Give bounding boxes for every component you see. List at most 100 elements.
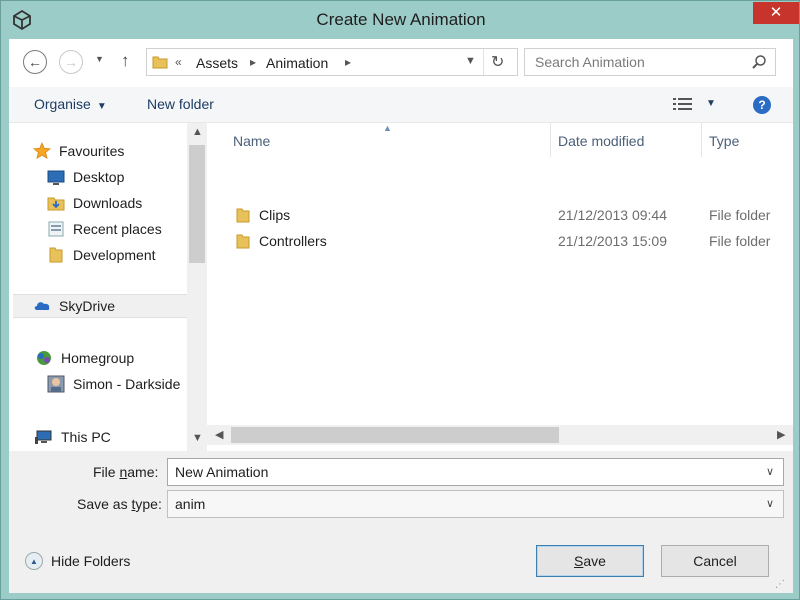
homegroup-icon — [35, 349, 53, 367]
folder-icon — [152, 56, 168, 69]
search-input[interactable] — [525, 49, 745, 75]
nav-item-label: Desktop — [73, 169, 125, 185]
refresh-icon[interactable]: ↻ — [491, 52, 504, 72]
file-type: File folder — [709, 233, 771, 249]
window-title: Create New Animation — [316, 10, 486, 29]
save-button[interactable]: Save — [536, 545, 644, 577]
access-key: S — [574, 553, 584, 569]
resize-grip-icon[interactable]: ⋰ — [775, 579, 785, 590]
file-name-field[interactable]: ∨ — [167, 458, 784, 486]
nav-item-label: This PC — [61, 429, 111, 445]
folder-icon — [236, 234, 250, 249]
nav-item-label: Simon - Darkside — [73, 376, 181, 392]
nav-item-development[interactable]: Development — [47, 243, 156, 267]
view-details-icon[interactable] — [673, 97, 693, 111]
column-header-date-modified[interactable]: Date modified — [558, 123, 644, 159]
file-name: Clips — [259, 207, 291, 223]
column-divider[interactable] — [550, 123, 551, 157]
label-text: File — [93, 464, 120, 480]
nav-item-label: Development — [73, 247, 156, 263]
file-list-horizontal-scrollbar[interactable]: ◀ ▶ — [207, 425, 793, 445]
file-row[interactable]: Clips 21/12/2013 09:44 File folder — [207, 202, 793, 228]
nav-item-label: SkyDrive — [59, 298, 116, 314]
nav-item-homegroup[interactable]: Homegroup — [35, 346, 134, 370]
new-folder-button[interactable]: New folder — [147, 96, 214, 112]
save-as-type-value: anim — [175, 496, 206, 512]
hide-folders-toggle[interactable]: ▲ Hide Folders — [25, 552, 130, 570]
scroll-down-icon[interactable]: ▼ — [192, 432, 203, 444]
recent-places-icon — [47, 220, 65, 238]
close-button[interactable]: ✕ — [753, 2, 799, 24]
star-icon — [33, 142, 51, 160]
nav-item-downloads[interactable]: Downloads — [47, 191, 142, 215]
nav-item-desktop[interactable]: Desktop — [47, 165, 124, 189]
breadcrumb-animation[interactable]: Animation — [266, 55, 328, 71]
nav-item-simon-darkside[interactable]: Simon - Darkside — [47, 372, 180, 396]
folder-icon — [236, 208, 250, 223]
file-date-modified: 21/12/2013 09:44 — [558, 207, 667, 223]
folder-icon — [47, 246, 65, 264]
address-row: ← → ▼ ↑ « Assets ▸ Animation ▸ ▼ ↻ — [9, 39, 793, 87]
search-box[interactable] — [524, 48, 776, 76]
column-divider[interactable] — [701, 123, 702, 157]
scroll-right-icon[interactable]: ▶ — [777, 428, 785, 441]
nav-item-favourites[interactable]: Favourites — [33, 139, 124, 163]
sort-ascending-icon: ▲ — [383, 123, 392, 133]
cloud-icon — [33, 297, 51, 315]
address-history-chevron-down-icon[interactable]: ▼ — [465, 55, 476, 67]
organise-menu-button[interactable]: Organise ▼ — [34, 96, 107, 112]
nav-item-label: Homegroup — [61, 350, 135, 366]
scroll-up-icon[interactable]: ▲ — [192, 126, 203, 138]
view-options-chevron-down-icon[interactable]: ▼ — [706, 98, 716, 109]
file-name: Controllers — [259, 233, 327, 249]
search-icon[interactable] — [751, 54, 767, 70]
help-icon[interactable]: ? — [753, 96, 771, 114]
save-as-type-select[interactable]: anim ∨ — [167, 490, 784, 518]
back-button[interactable]: ← — [23, 50, 47, 74]
scroll-left-icon[interactable]: ◀ — [215, 428, 223, 441]
save-options-panel: File name: ∨ Save as type: anim ∨ ▲ Hide… — [9, 451, 793, 593]
file-row[interactable]: Controllers 21/12/2013 15:09 File folder — [207, 228, 793, 254]
user-avatar-icon — [47, 375, 65, 393]
label-text: Save as — [77, 496, 132, 512]
address-divider — [483, 49, 484, 75]
address-bar[interactable]: « Assets ▸ Animation ▸ ▼ ↻ — [146, 48, 518, 76]
chevron-down-icon[interactable]: ∨ — [766, 465, 774, 478]
forward-arrow-icon: → — [64, 54, 78, 70]
breadcrumb-separator-icon[interactable]: ▸ — [250, 55, 256, 69]
forward-button[interactable]: → — [59, 50, 83, 74]
nav-item-skydrive[interactable]: SkyDrive — [13, 294, 187, 318]
chevron-down-icon[interactable]: ∨ — [766, 497, 774, 510]
nav-item-label: Downloads — [73, 195, 143, 211]
scrollbar-thumb[interactable] — [189, 145, 205, 263]
back-arrow-icon: ← — [28, 54, 42, 70]
nav-item-label: Favourites — [59, 143, 125, 159]
chevron-up-icon: ▲ — [25, 552, 43, 570]
hide-folders-label: Hide Folders — [51, 553, 131, 569]
column-header-type[interactable]: Type — [709, 123, 739, 159]
file-name-input[interactable] — [168, 459, 758, 485]
file-type: File folder — [709, 207, 771, 223]
column-header-name[interactable]: Name — [233, 123, 270, 159]
recent-locations-dropdown[interactable]: ▼ — [95, 54, 104, 64]
breadcrumb-assets[interactable]: Assets — [196, 55, 238, 71]
breadcrumb-separator-icon[interactable]: ▸ — [345, 55, 351, 69]
nav-item-recent-places[interactable]: Recent places — [47, 217, 162, 241]
title-bar[interactable]: Create New Animation ✕ — [1, 1, 800, 39]
nav-item-this-pc[interactable]: This PC — [35, 425, 111, 449]
save-as-type-label: Save as type: — [77, 496, 162, 512]
up-folder-button[interactable]: ↑ — [121, 51, 130, 71]
nav-item-label: Recent places — [73, 221, 162, 237]
navigation-scrollbar[interactable]: ▲ ▼ — [187, 123, 207, 451]
window-frame: Create New Animation ✕ ← → ▼ ↑ « Assets … — [0, 0, 800, 600]
chevron-down-icon: ▼ — [96, 101, 107, 112]
downloads-folder-icon — [47, 194, 65, 212]
cancel-button[interactable]: Cancel — [661, 545, 769, 577]
dialog-client: ← → ▼ ↑ « Assets ▸ Animation ▸ ▼ ↻ Searc… — [9, 39, 793, 593]
command-toolbar: Organise ▼ New folder ▼ ? — [9, 87, 793, 123]
scrollbar-thumb[interactable] — [231, 427, 559, 443]
up-arrow-icon: ↑ — [121, 51, 130, 70]
organise-label: Organise — [34, 96, 91, 112]
file-name-label: File name: — [93, 464, 158, 480]
address-overflow-chevron[interactable]: « — [175, 55, 182, 69]
